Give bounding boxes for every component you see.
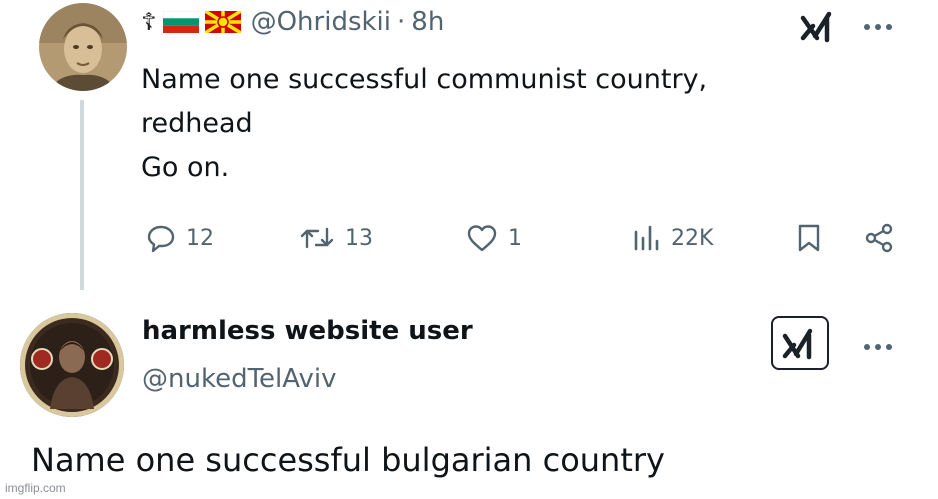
like-count: 1 bbox=[508, 225, 522, 251]
repost-button[interactable]: 13 bbox=[299, 223, 373, 253]
like-button[interactable]: 1 bbox=[466, 223, 522, 253]
more-icon[interactable] bbox=[862, 18, 894, 30]
tweet-text: Name one successful communist country, r… bbox=[141, 58, 707, 190]
author-handle[interactable]: @nukedTelAviv bbox=[142, 364, 337, 394]
north-macedonia-flag-icon bbox=[204, 11, 241, 33]
avatar-image bbox=[20, 313, 124, 417]
views-count: 22K bbox=[671, 225, 714, 251]
more-icon[interactable] bbox=[862, 338, 894, 350]
separator-dot: · bbox=[397, 7, 406, 37]
views-icon bbox=[634, 225, 659, 251]
reply-icon bbox=[147, 225, 175, 253]
avatar[interactable] bbox=[39, 3, 127, 91]
reply-count: 12 bbox=[186, 225, 214, 251]
author-handle[interactable]: @Ohridskii bbox=[251, 7, 391, 37]
bulgaria-flag-icon bbox=[162, 11, 199, 33]
orthodox-cross: ☦ bbox=[141, 8, 157, 36]
thread-line bbox=[80, 100, 84, 290]
tweet-text: Name one successful bulgarian country bbox=[31, 441, 665, 479]
action-bar: 12 13 1 22K bbox=[141, 219, 901, 259]
repost-count: 13 bbox=[345, 225, 373, 251]
views-button[interactable]: 22K bbox=[631, 223, 713, 253]
avatar[interactable] bbox=[20, 313, 124, 417]
tweet-header: ☦ @Ohridskii · 8h bbox=[141, 2, 444, 42]
tweet-text-line: redhead bbox=[141, 108, 253, 139]
like-icon bbox=[467, 225, 497, 252]
timestamp[interactable]: 8h bbox=[411, 7, 444, 37]
repost-icon bbox=[300, 227, 334, 249]
avatar-image bbox=[39, 3, 127, 91]
grok-icon[interactable] bbox=[797, 6, 837, 46]
bookmark-icon[interactable] bbox=[796, 223, 822, 257]
share-icon[interactable] bbox=[863, 223, 895, 257]
tweet-text-line: Name one successful communist country, bbox=[141, 64, 708, 95]
tweet-text-line: Go on. bbox=[141, 152, 230, 183]
watermark: imgflip.com bbox=[5, 481, 66, 495]
reply-button[interactable]: 12 bbox=[146, 223, 214, 253]
grok-icon[interactable] bbox=[771, 316, 829, 370]
display-name[interactable]: harmless website user bbox=[142, 316, 473, 346]
